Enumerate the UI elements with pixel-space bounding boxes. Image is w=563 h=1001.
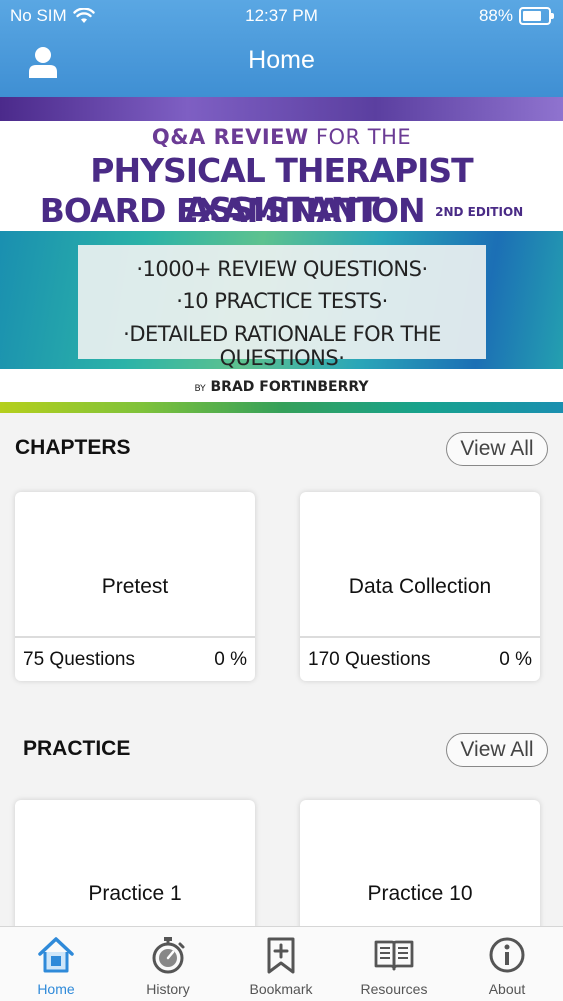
status-bar: No SIM 12:37 PM 88% — [0, 0, 563, 32]
banner-subtitle-bold: Q&A REVIEW — [151, 125, 309, 149]
chapter-progress-percent: 0 % — [499, 649, 532, 670]
banner-top-wave — [0, 97, 563, 121]
chapters-heading: CHAPTERS — [15, 436, 131, 459]
tab-label: History — [146, 981, 190, 997]
tab-resources[interactable]: Resources — [338, 927, 450, 1001]
banner-subtitle-light: FOR THE — [308, 125, 412, 149]
practice-card-title: Practice 1 — [88, 882, 182, 905]
page-title: Home — [248, 46, 315, 74]
status-right: 88% — [478, 6, 554, 26]
home-icon — [38, 937, 74, 973]
banner-edition: 2ND EDITION — [435, 205, 524, 219]
tab-label: About — [488, 981, 526, 997]
chapter-card-title: Pretest — [101, 575, 169, 598]
practice-heading: PRACTICE — [23, 737, 131, 760]
stopwatch-icon — [152, 937, 185, 974]
chapters-view-all-button[interactable]: View All — [446, 432, 548, 466]
chapter-question-count: 75 Questions — [23, 649, 135, 670]
chapter-card[interactable]: Data Collection 170 Questions 0 % — [300, 492, 540, 681]
banner-feature: ·10 PRACTICE TESTS· — [176, 289, 388, 313]
card-divider — [15, 636, 255, 638]
chapter-progress-percent: 0 % — [214, 649, 247, 670]
banner-bottom-stripe — [0, 402, 563, 413]
tab-bookmark[interactable]: Bookmark — [225, 927, 337, 1001]
banner-feature: ·1000+ REVIEW QUESTIONS· — [136, 257, 428, 281]
tab-label: Home — [37, 981, 75, 997]
banner-author: BY BRAD FORTINBERRY — [0, 379, 563, 395]
chapter-card[interactable]: Pretest 75 Questions 0 % — [15, 492, 255, 681]
banner-features-box: ·1000+ REVIEW QUESTIONS· ·10 PRACTICE TE… — [78, 245, 486, 370]
banner-title-line2: BOARD EXAMINATION 2ND EDITION — [0, 191, 563, 230]
battery-label: 88% — [478, 6, 513, 25]
banner-author-name: BRAD FORTINBERRY — [210, 379, 369, 395]
tab-label: Bookmark — [249, 981, 313, 997]
tab-label: Resources — [360, 981, 428, 997]
book-icon — [374, 940, 414, 971]
banner-subtitle: Q&A REVIEW FOR THE — [0, 125, 563, 149]
tab-about[interactable]: About — [451, 927, 563, 1001]
banner-title-line2-text: BOARD EXAMINATION — [39, 191, 426, 230]
tab-bar: Home History Bookmark Resources About — [0, 926, 563, 1001]
practice-card-title: Practice 10 — [367, 882, 473, 905]
info-icon — [489, 937, 525, 973]
navigation-bar: No SIM 12:37 PM 88% Home — [0, 0, 563, 97]
battery-icon — [519, 7, 554, 25]
chapter-question-count: 170 Questions — [308, 649, 431, 670]
banner-feature: ·DETAILED RATIONALE FOR THE QUESTIONS· — [123, 322, 441, 370]
tab-history[interactable]: History — [112, 927, 224, 1001]
chapter-card-title: Data Collection — [348, 575, 492, 598]
card-divider — [300, 636, 540, 638]
bookmark-icon — [267, 937, 295, 974]
practice-card[interactable]: Practice 10 — [300, 800, 540, 940]
banner-author-prefix: BY — [194, 384, 206, 394]
practice-card[interactable]: Practice 1 — [15, 800, 255, 940]
book-cover-banner: Q&A REVIEW FOR THE PHYSICAL THERAPIST AS… — [0, 97, 563, 413]
tab-home[interactable]: Home — [0, 927, 112, 1001]
practice-view-all-button[interactable]: View All — [446, 733, 548, 767]
